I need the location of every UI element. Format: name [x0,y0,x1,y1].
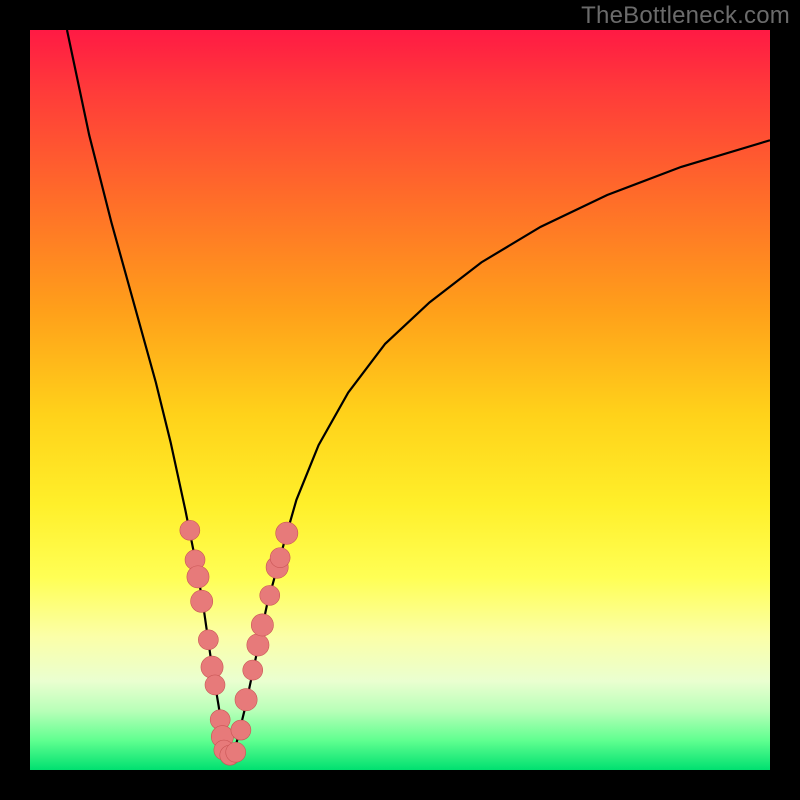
plot-area [30,30,770,770]
curve-marker [201,656,223,678]
curve-marker [235,689,257,711]
curve-marker [231,720,251,740]
curve-marker [187,566,209,588]
curve-marker [270,548,290,568]
curve-marker [226,742,246,762]
watermark-text: TheBottleneck.com [581,2,790,30]
chart-frame: TheBottleneck.com [0,0,800,800]
chart-svg [30,30,770,770]
bottleneck-curve [67,30,770,755]
curve-marker [260,585,280,605]
curve-marker [198,630,218,650]
curve-marker [251,614,273,636]
curve-marker [243,660,263,680]
curve-marker [247,634,269,656]
marker-group [180,520,298,765]
curve-marker [191,590,213,612]
curve-marker [180,520,200,540]
curve-marker [276,522,298,544]
curve-marker [205,675,225,695]
